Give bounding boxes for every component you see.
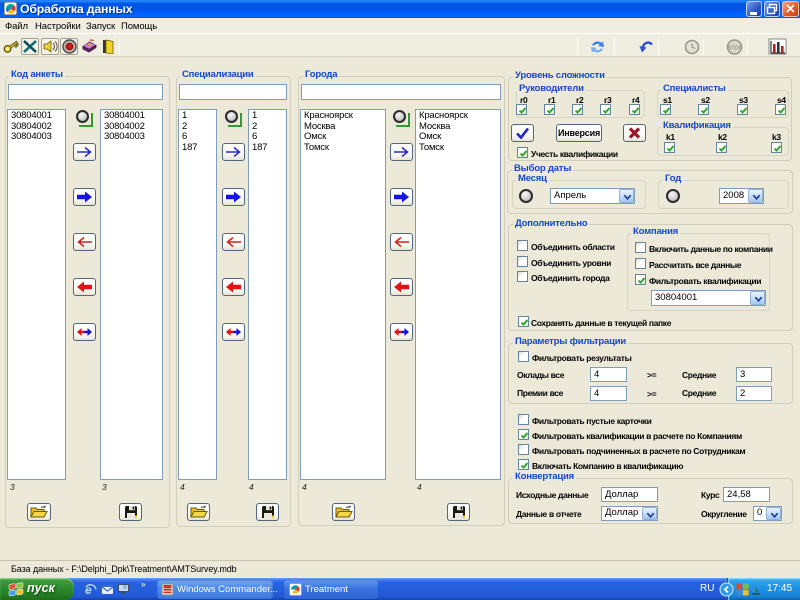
svg-text:?: ? — [88, 43, 92, 50]
svg-text:STOP: STOP — [728, 46, 743, 52]
